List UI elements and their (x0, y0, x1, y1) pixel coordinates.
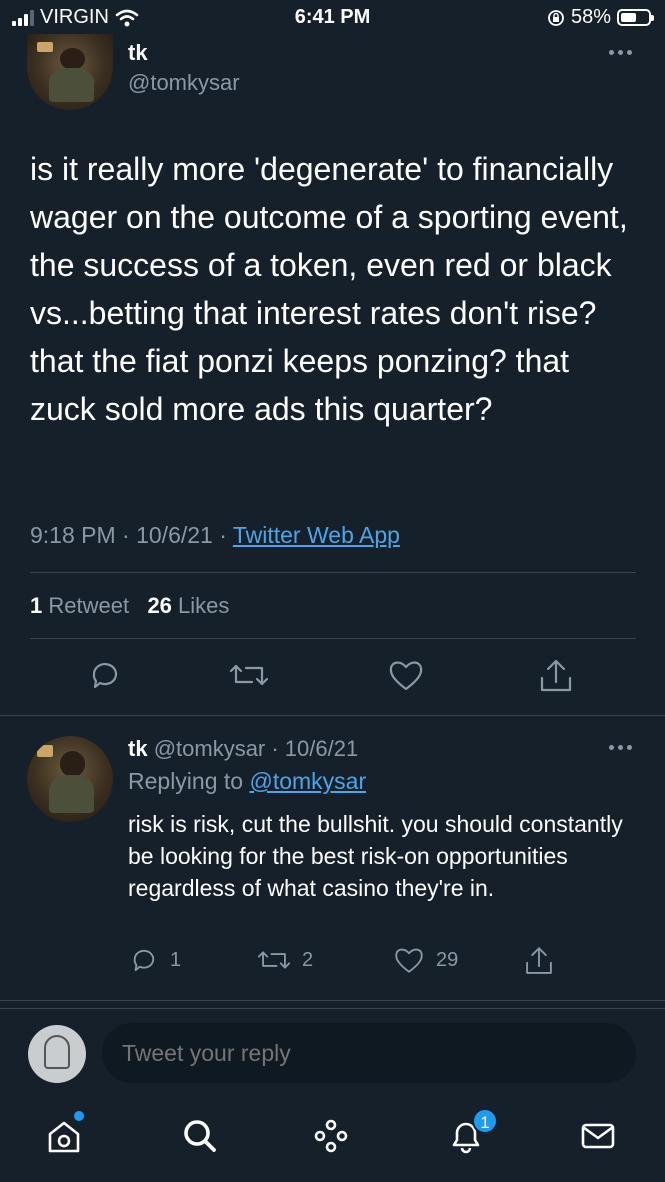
tweet-text: is it really more 'degenerate' to financ… (30, 151, 628, 427)
tab-notifications[interactable]: 1 (446, 1108, 498, 1160)
author-name[interactable]: tk (128, 40, 148, 66)
more-options-icon[interactable] (609, 50, 632, 55)
retweet-icon (257, 951, 291, 969)
reply-button[interactable] (86, 656, 124, 694)
reply-handle-date[interactable]: @tomkysar · 10/6/21 (154, 736, 359, 761)
tab-search[interactable] (180, 1116, 224, 1160)
author-handle[interactable]: @tomkysar (128, 70, 240, 96)
tab-messages[interactable] (578, 1116, 622, 1160)
retweet-button[interactable] (228, 656, 270, 694)
tab-bar: 1 (0, 1096, 665, 1182)
reply-share-button[interactable] (522, 944, 556, 978)
orientation-lock-icon (548, 9, 564, 26)
reply-like-button[interactable]: 29 (392, 944, 458, 976)
battery-icon (617, 9, 654, 26)
reply-input[interactable] (102, 1023, 636, 1083)
tweet-source-link[interactable]: Twitter Web App (233, 522, 400, 548)
retweet-count: 2 (302, 948, 314, 971)
reply-retweet-button[interactable]: 2 (256, 944, 313, 976)
search-icon (184, 1120, 216, 1152)
share-icon (526, 947, 552, 974)
reply-reply-button[interactable]: 1 (128, 944, 181, 976)
heart-icon (389, 661, 423, 691)
tab-spaces[interactable] (311, 1116, 355, 1160)
divider (0, 715, 665, 716)
tweet-meta: 9:18 PM · 10/6/21 · Twitter Web App (30, 522, 400, 549)
replying-to: Replying to @tomkysar (128, 768, 367, 794)
reply-composer (0, 1008, 665, 1096)
home-unread-dot (74, 1111, 84, 1121)
home-icon (48, 1121, 80, 1153)
avatar[interactable] (27, 34, 113, 110)
divider (30, 638, 636, 639)
reply-more-options-icon[interactable] (609, 745, 632, 750)
reply-text: risk is risk, cut the bullshit. you shou… (128, 811, 623, 901)
notifications-badge: 1 (472, 1108, 498, 1134)
messages-icon (581, 1123, 615, 1149)
battery-percent: 58% (570, 6, 611, 28)
reply-header: tk @tomkysar · 10/6/21 (128, 736, 358, 762)
likes-stat[interactable]: 26 Likes (147, 593, 229, 618)
reply-icon (92, 663, 118, 689)
status-bar-right: 58% (547, 6, 654, 29)
reply-icon (133, 949, 155, 972)
like-button[interactable] (386, 656, 426, 694)
tweet-stats: 1 Retweet 26 Likes (30, 593, 229, 619)
retweets-stat[interactable]: 1 Retweet (30, 593, 129, 618)
reply-count: 1 (170, 948, 182, 971)
retweet-icon (229, 664, 269, 686)
divider (0, 1000, 665, 1001)
tab-home[interactable] (44, 1111, 88, 1160)
share-icon (540, 659, 572, 692)
replying-to-link[interactable]: @tomkysar (249, 768, 366, 794)
tweet-timestamp: 9:18 PM · 10/6/21 · (30, 522, 233, 548)
my-avatar[interactable] (28, 1025, 86, 1083)
share-button[interactable] (536, 656, 576, 696)
status-bar: VIRGIN 6:41 PM 58% (0, 0, 665, 34)
heart-icon (395, 948, 423, 973)
reply-avatar[interactable] (27, 736, 113, 822)
divider (30, 572, 636, 573)
like-count: 29 (436, 948, 459, 971)
reply-author-name[interactable]: tk (128, 736, 148, 761)
spaces-icon (314, 1119, 348, 1153)
